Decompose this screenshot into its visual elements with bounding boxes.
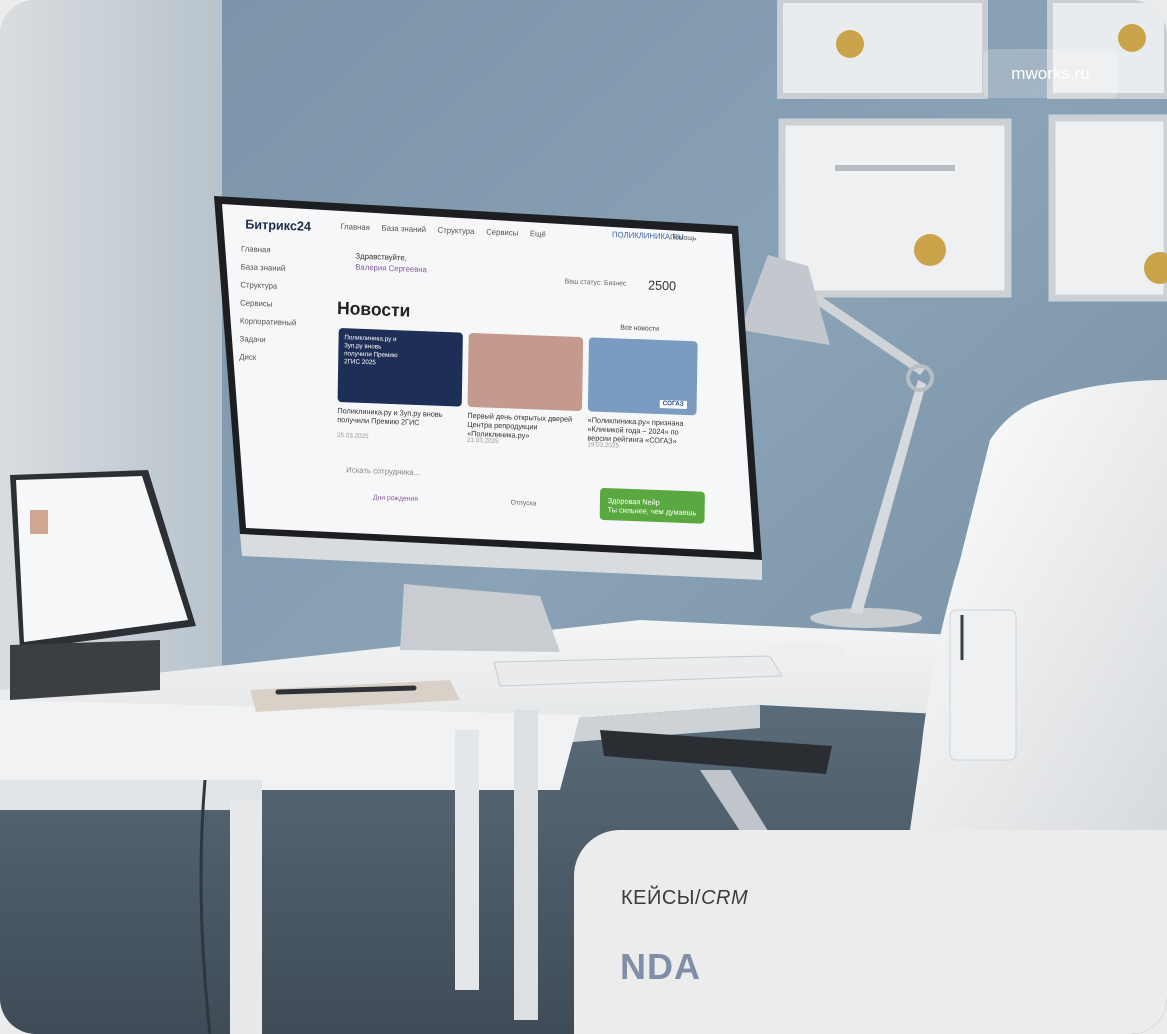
- sidebar-item[interactable]: Задачи: [240, 334, 327, 346]
- status-text: Ваш статус: Бизнес: [564, 278, 627, 288]
- case-category: КЕЙСЫ/CRM: [621, 887, 748, 910]
- news-title: Новости: [336, 297, 411, 321]
- client-logo: NDA: [620, 946, 701, 987]
- user-name: Валерия Сергеевна: [355, 262, 427, 275]
- news-date: 19.03.2025: [587, 441, 619, 450]
- category-sub: CRM: [701, 887, 749, 909]
- all-news-link[interactable]: Все новости: [620, 324, 659, 332]
- tab-vacations[interactable]: Отпуска: [511, 500, 537, 508]
- greeting: Здравствуйте, Валерия Сергеевна: [355, 251, 427, 276]
- site-badge[interactable]: mworks.ru: [983, 49, 1118, 98]
- sidebar-item[interactable]: Сервисы: [240, 298, 327, 310]
- top-nav: Главная База знаний Структура Сервисы Ещ…: [340, 222, 546, 239]
- sogaz-logo: СОГАЗ: [659, 399, 687, 409]
- news-date: 25.03.2025: [336, 432, 369, 441]
- sidebar-item[interactable]: Структура: [240, 280, 327, 292]
- nav-item[interactable]: Структура: [438, 226, 475, 236]
- tab-birthdays[interactable]: Дни рождения: [373, 494, 418, 503]
- case-card: Битрикс24 Главная База знаний Структура …: [0, 0, 1167, 1034]
- news-date: 21.03.2025: [466, 436, 499, 446]
- sidebar: Главная База знаний Структура Сервисы Ко…: [239, 244, 328, 373]
- news-image[interactable]: [467, 332, 584, 412]
- employee-search[interactable]: Искать сотрудника...: [346, 465, 420, 477]
- monitor-screen: Битрикс24 Главная База знаний Структура …: [227, 206, 736, 525]
- sidebar-item[interactable]: Диск: [239, 352, 326, 364]
- sidebar-item[interactable]: База знаний: [241, 262, 328, 274]
- news-image-text: Поликлиника.ру и 3уп.ру вновь получили П…: [343, 334, 398, 367]
- diploma-frames: [777, 0, 1167, 302]
- nav-item[interactable]: Ещё: [530, 229, 546, 239]
- caption-panel: [574, 830, 1167, 1034]
- nav-item[interactable]: Сервисы: [486, 227, 518, 237]
- nav-item[interactable]: Главная: [340, 222, 370, 232]
- points-counter: 2500: [647, 277, 677, 294]
- health-widget: Здоровая Neйр Ты сильнее, чем думаешь: [608, 496, 697, 517]
- sidebar-item[interactable]: Главная: [241, 244, 328, 256]
- news-caption[interactable]: Поликлиника.ру и 3уп.ру вновь получили П…: [337, 406, 458, 428]
- app-logo: Битрикс24: [245, 216, 312, 234]
- help-link[interactable]: Помощь: [670, 234, 696, 242]
- nav-item[interactable]: База знаний: [381, 224, 426, 235]
- sidebar-item[interactable]: Корпоративный: [240, 316, 327, 328]
- category-label: КЕЙСЫ/: [621, 887, 702, 909]
